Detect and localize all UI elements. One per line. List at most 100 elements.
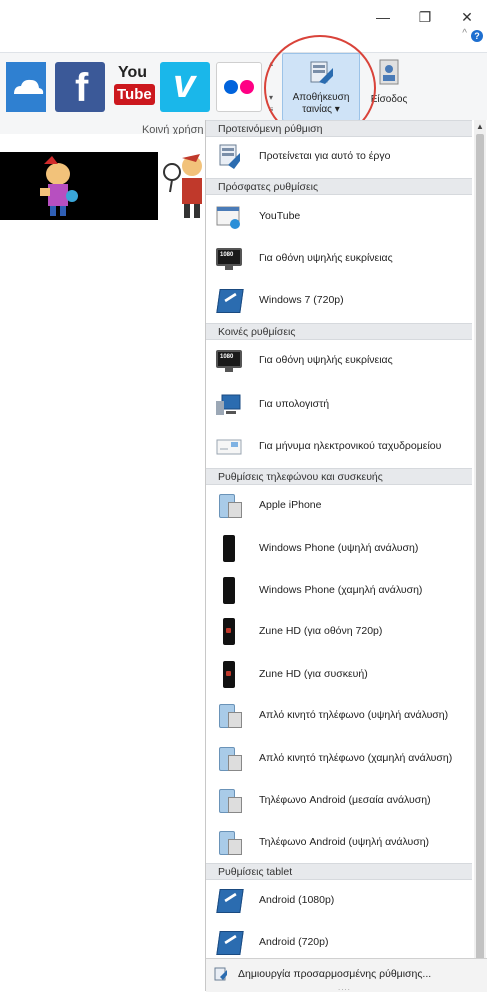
sign-in-icon: [379, 59, 399, 85]
menu-item-label: Windows Phone (χαμηλή ανάλυση): [259, 584, 423, 596]
menu-item-label: Προτείνεται για αυτό το έργο: [259, 150, 391, 162]
device-icon: [216, 745, 242, 773]
youtube-logo-bottom: Tube: [114, 84, 155, 105]
gallery-down-icon: ▾: [268, 93, 273, 102]
computer-icon: [216, 394, 241, 415]
vimeo-button[interactable]: v: [160, 62, 210, 112]
menu-item-label: Τηλέφωνο Android (υψηλή ανάλυση): [259, 836, 430, 848]
zune-icon: [216, 661, 242, 689]
sign-in-label: Είσοδος: [370, 94, 408, 105]
hd-monitor-icon: 1080: [216, 347, 242, 375]
flickr-icon: [224, 80, 254, 94]
menu-item-android-phone-high[interactable]: Τηλέφωνο Android (υψηλή ανάλυση): [206, 824, 472, 862]
save-movie-button[interactable]: Αποθήκευση ταινίας ▾: [282, 53, 360, 121]
section-header-tablet: Ρυθμίσεις tablet: [206, 863, 472, 880]
menu-item-label: Απλό κινητό τηλέφωνο (υψηλή ανάλυση): [259, 709, 449, 721]
facebook-icon: f: [75, 66, 89, 110]
hd-monitor-icon: 1080: [216, 245, 242, 273]
save-movie-label: Αποθήκευση ταινίας ▾: [283, 92, 359, 116]
device-icon: [216, 492, 242, 520]
menu-item-zune-720p[interactable]: Zune HD (για οθόνη 720p): [206, 613, 472, 651]
create-custom-setting-label: Δημιουργία προσαρμοσμένης ρύθμισης...: [238, 968, 432, 980]
menu-item-basic-phone-low[interactable]: Απλό κινητό τηλέφωνο (χαμηλή ανάλυση): [206, 740, 472, 778]
menu-item-hd-display[interactable]: 1080 Για οθόνη υψηλής ευκρίνειας: [206, 342, 472, 380]
sign-in-button[interactable]: Είσοδος: [365, 58, 413, 118]
menu-item-label: Για οθόνη υψηλής ευκρίνειας: [259, 354, 393, 366]
scrollbar-thumb[interactable]: [476, 134, 484, 964]
flickr-button[interactable]: [216, 62, 262, 112]
minimize-button[interactable]: —: [368, 6, 398, 28]
email-icon: [216, 439, 242, 455]
menu-item-hd-display-recent[interactable]: 1080 Για οθόνη υψηλής ευκρίνειας: [206, 240, 472, 278]
close-button[interactable]: ✕: [452, 6, 482, 28]
menu-item-label: Zune HD (για συσκευή): [259, 668, 368, 680]
menu-item-windows-phone-low[interactable]: Windows Phone (χαμηλή ανάλυση): [206, 572, 472, 610]
menu-item-label: Για μήνυμα ηλεκτρονικού ταχυδρομείου: [259, 440, 442, 452]
save-movie-label-line2: ταινίας ▾: [302, 104, 340, 115]
help-icon[interactable]: ?: [471, 30, 483, 42]
menu-item-android-720p[interactable]: Android (720p): [206, 924, 472, 962]
section-header-recent: Πρόσφατες ρυθμίσεις: [206, 178, 472, 195]
youtube-icon: You Tube: [112, 62, 155, 112]
close-icon: ✕: [461, 9, 473, 25]
menu-item-label: Apple iPhone: [259, 499, 322, 511]
vimeo-icon: v: [173, 62, 196, 106]
menu-item-basic-phone-high[interactable]: Απλό κινητό τηλέφωνο (υψηλή ανάλυση): [206, 697, 472, 735]
menu-item-android-phone-medium[interactable]: Τηλέφωνο Android (μεσαία ανάλυση): [206, 782, 472, 820]
storyboard-area: [0, 134, 205, 991]
menu-item-label: Για υπολογιστή: [259, 398, 330, 410]
tablet-icon: [216, 929, 244, 957]
menu-item-youtube[interactable]: YouTube: [206, 198, 472, 236]
onedrive-icon: [6, 62, 46, 112]
tablet-icon: [216, 287, 244, 315]
onedrive-button[interactable]: [6, 62, 46, 112]
menu-item-label: Windows Phone (υψηλή ανάλυση): [259, 542, 419, 554]
clown-clipart-icon: [0, 152, 158, 220]
windows-phone-icon: [216, 577, 242, 605]
dropdown-scrollbar[interactable]: ▲ ▼: [474, 120, 486, 991]
character-clipart-icon: [163, 154, 202, 218]
menu-item-label: Απλό κινητό τηλέφωνο (χαμηλή ανάλυση): [259, 752, 453, 764]
save-movie-dropdown: Προτεινόμενη ρύθμιση Προτείνεται για αυτ…: [205, 120, 487, 992]
section-header-recommended: Προτεινόμενη ρύθμιση: [206, 120, 472, 137]
collapse-ribbon-icon[interactable]: ^: [462, 28, 467, 39]
device-icon: [216, 829, 242, 857]
restore-icon: ❐: [418, 9, 432, 25]
section-header-common: Κοινές ρυθμίσεις: [206, 323, 472, 340]
menu-item-label: Android (1080p): [259, 894, 335, 906]
menu-item-windows-phone-high[interactable]: Windows Phone (υψηλή ανάλυση): [206, 530, 472, 568]
menu-item-windows7-720p[interactable]: Windows 7 (720p): [206, 282, 472, 320]
storyboard-next-clip[interactable]: [162, 148, 210, 226]
zune-icon: [216, 618, 242, 646]
menu-item-label: Για οθόνη υψηλής ευκρίνειας: [259, 252, 393, 264]
menu-item-android-1080p[interactable]: Android (1080p): [206, 882, 472, 920]
share-gallery-scroller[interactable]: ▴ ▾ ≡: [265, 58, 277, 120]
menu-item-label: Zune HD (για οθόνη 720p): [259, 625, 383, 637]
youtube-logo-top: You: [118, 64, 148, 81]
menu-item-label: Τηλέφωνο Android (μεσαία ανάλυση): [259, 794, 431, 806]
menu-item-label: Windows 7 (720p): [259, 294, 344, 306]
storyboard-clip-thumbnail[interactable]: [0, 152, 158, 220]
save-movie-label-line1: Αποθήκευση: [292, 92, 350, 103]
title-bar: — ❐ ✕ ^ ?: [0, 0, 487, 52]
section-header-phone-device: Ρυθμίσεις τηλεφώνου και συσκευής: [206, 468, 472, 485]
custom-setting-icon: [214, 967, 227, 981]
youtube-button[interactable]: You Tube: [112, 62, 155, 112]
menu-item-zune-device[interactable]: Zune HD (για συσκευή): [206, 656, 472, 694]
facebook-button[interactable]: f: [55, 62, 105, 112]
restore-button[interactable]: ❐: [410, 6, 440, 28]
device-icon: [216, 702, 242, 730]
minimize-icon: —: [376, 9, 390, 25]
menu-item-recommended[interactable]: Προτείνεται για αυτό το έργο: [206, 138, 472, 176]
menu-item-computer[interactable]: Για υπολογιστή: [206, 386, 472, 424]
scroll-up-icon[interactable]: ▲: [474, 122, 486, 131]
menu-item-email[interactable]: Για μήνυμα ηλεκτρονικού ταχυδρομείου: [206, 428, 472, 466]
gallery-up-icon: ▴: [268, 59, 273, 68]
menu-item-label: YouTube: [259, 210, 301, 222]
create-custom-setting-row[interactable]: Δημιουργία προσαρμοσμένης ρύθμισης... ..…: [206, 958, 487, 992]
menu-item-label: Android (720p): [259, 936, 329, 948]
menu-item-apple-iphone[interactable]: Apple iPhone: [206, 487, 472, 525]
gallery-more-icon: ≡: [268, 105, 274, 114]
youtube-settings-icon: [216, 206, 240, 229]
tablet-icon: [216, 887, 244, 915]
